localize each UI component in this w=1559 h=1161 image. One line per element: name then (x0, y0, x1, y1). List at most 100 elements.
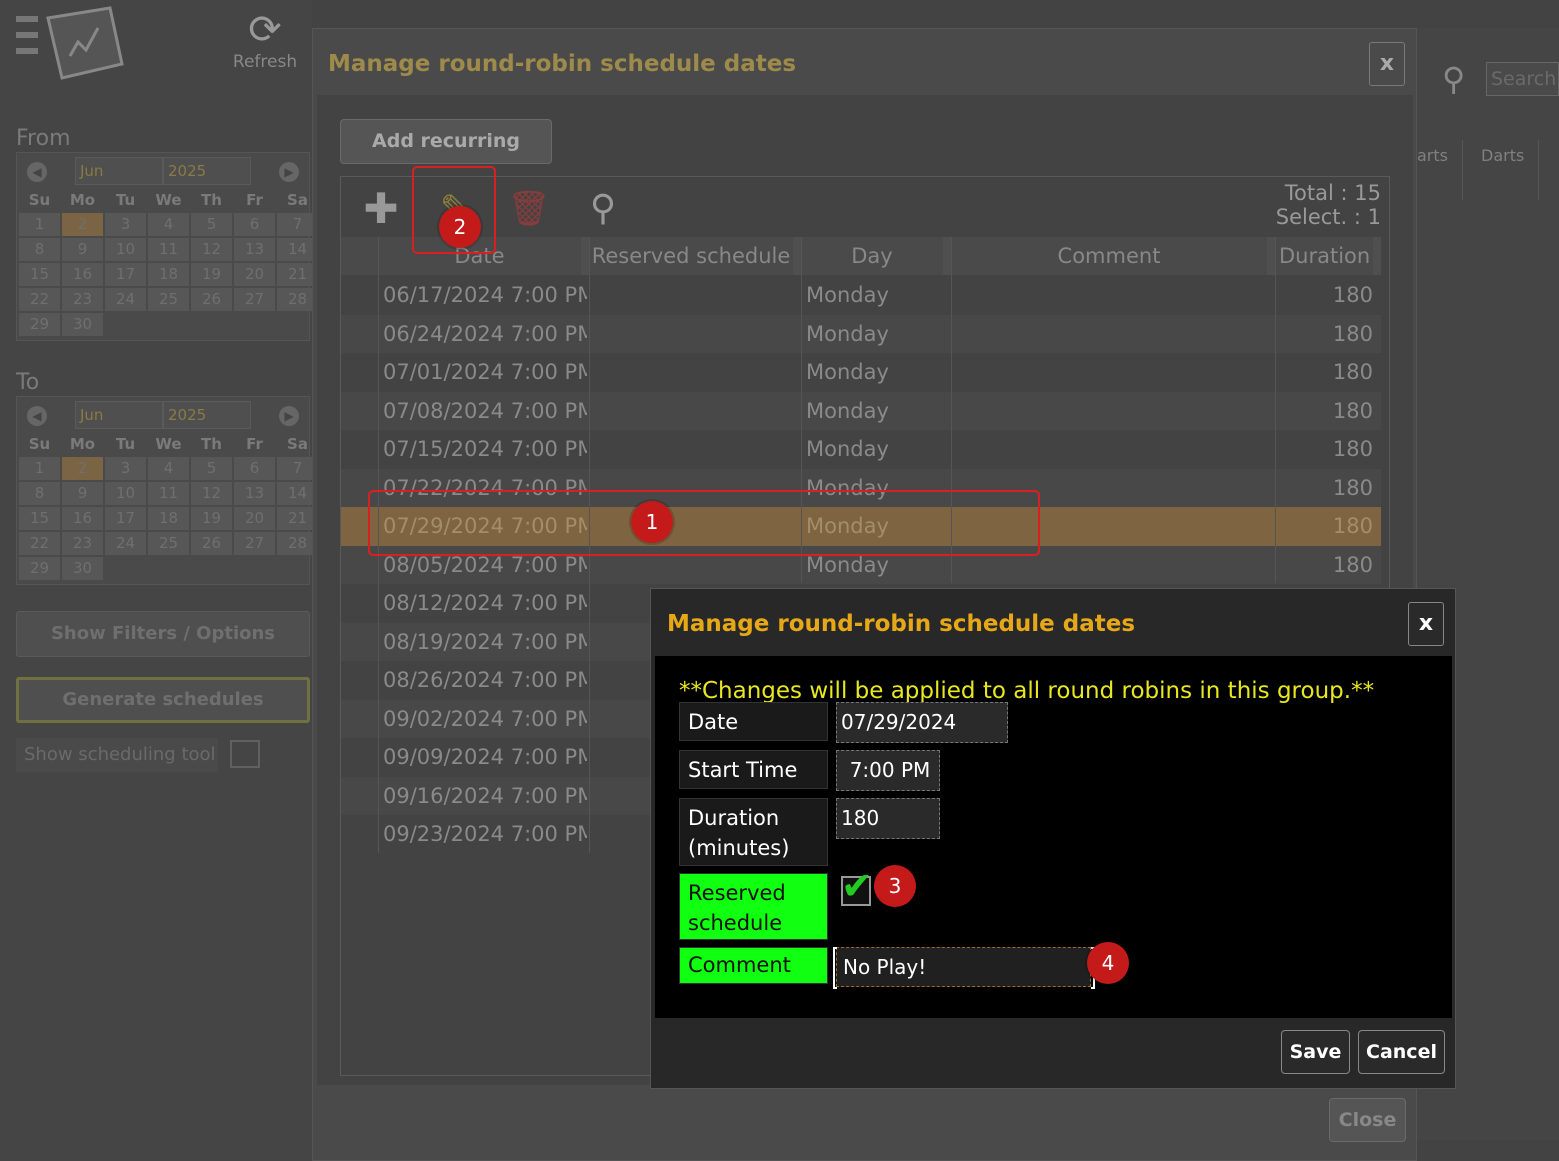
calendar-day[interactable]: 24 (105, 288, 146, 311)
calendar-day[interactable]: 6 (234, 213, 275, 236)
comment-input[interactable]: No Play! (836, 947, 1091, 987)
calendar-day[interactable]: 3 (105, 457, 146, 480)
calendar-day[interactable]: 18 (148, 507, 189, 530)
calendar-day[interactable]: 25 (148, 288, 189, 311)
calendar-day[interactable]: 6 (234, 457, 275, 480)
start-time-input[interactable]: 7:00 PM (836, 750, 940, 791)
add-recurring-dates-button[interactable]: Add recurring dates (340, 119, 552, 195)
cell-comment (953, 315, 1273, 354)
calendar-day[interactable]: 5 (191, 457, 232, 480)
calendar-day[interactable]: 25 (148, 532, 189, 555)
calendar-day[interactable]: 13 (234, 238, 275, 261)
save-button[interactable]: Save (1281, 1030, 1350, 1074)
calendar-day[interactable]: 27 (234, 532, 275, 555)
prev-month-icon[interactable]: ◀ (27, 406, 47, 426)
calendar-day[interactable]: 15 (19, 507, 60, 530)
table-row[interactable]: 06/24/2024 7:00 PM Monday 180 (341, 314, 1381, 354)
day-header: We (155, 191, 182, 209)
calendar-day[interactable]: 12 (191, 482, 232, 505)
trash-icon[interactable]: 🗑 (505, 185, 553, 233)
calendar-day[interactable]: 11 (148, 482, 189, 505)
refresh-button[interactable]: ⟳ Refresh (230, 8, 300, 72)
annotation-badge-4: 4 (1087, 942, 1129, 984)
calendar-day[interactable]: 26 (191, 288, 232, 311)
calendar-day[interactable]: 9 (62, 238, 103, 261)
show-scheduling-tool-label: Show scheduling tool (16, 738, 218, 772)
next-month-icon[interactable]: ▶ (279, 162, 299, 182)
show-scheduling-tool-checkbox[interactable] (230, 740, 260, 768)
cell-date: 09/16/2024 7:00 PM (383, 783, 587, 808)
calendar-day[interactable]: 8 (19, 482, 60, 505)
calendar-day[interactable]: 26 (191, 532, 232, 555)
calendar-day[interactable]: 9 (62, 482, 103, 505)
next-month-icon[interactable]: ▶ (279, 406, 299, 426)
add-icon[interactable]: ✚ (357, 185, 405, 233)
calendar-day[interactable]: 20 (234, 263, 275, 286)
column-header-comment[interactable]: Comment (951, 237, 1275, 275)
from-month-select[interactable]: Jun (75, 157, 163, 185)
calendar-day[interactable]: 19 (191, 507, 232, 530)
calendar-day[interactable]: 10 (105, 482, 146, 505)
cell-day: Monday (806, 398, 889, 423)
calendar-day[interactable]: 22 (19, 288, 60, 311)
column-header-duration[interactable]: Duration (1275, 237, 1381, 275)
cell-date: 06/24/2024 7:00 PM (383, 321, 587, 346)
calendar-day[interactable]: 17 (105, 507, 146, 530)
duration-input[interactable]: 180 (836, 798, 940, 839)
search-input[interactable]: Search (1486, 62, 1559, 96)
calendar-day[interactable]: 2 (62, 213, 103, 236)
calendar-day[interactable]: 2 (62, 457, 103, 480)
from-year-select[interactable]: 2025 (163, 157, 251, 185)
column-header-reserved[interactable]: Reserved schedule (589, 237, 801, 275)
calendar-day[interactable]: 19 (191, 263, 232, 286)
calendar-day[interactable]: 29 (19, 313, 60, 336)
calendar-day[interactable]: 27 (234, 288, 275, 311)
main-dialog-close-button[interactable]: x (1369, 42, 1405, 86)
calendar-day[interactable]: 23 (62, 532, 103, 555)
calendar-day[interactable]: 3 (105, 213, 146, 236)
calendar-day[interactable]: 16 (62, 263, 103, 286)
show-filters-button[interactable]: Show Filters / Options (16, 611, 310, 657)
cell-day: Monday (806, 321, 889, 346)
calendar-day[interactable]: 15 (19, 263, 60, 286)
calendar-day[interactable]: 12 (191, 238, 232, 261)
calendar-day[interactable]: 22 (19, 532, 60, 555)
calendar-day[interactable]: 18 (148, 263, 189, 286)
to-year-select[interactable]: 2025 (163, 401, 251, 429)
calendar-day[interactable]: 13 (234, 482, 275, 505)
close-button[interactable]: Close (1329, 1098, 1406, 1142)
calendar-day[interactable]: 20 (234, 507, 275, 530)
edit-dialog-close-button[interactable]: x (1408, 602, 1444, 646)
calendar-day[interactable]: 10 (105, 238, 146, 261)
calendar-day[interactable]: 30 (62, 313, 103, 336)
calendar-day[interactable]: 16 (62, 507, 103, 530)
tab-darts[interactable]: Darts (1481, 146, 1524, 165)
calendar-day[interactable]: 4 (148, 213, 189, 236)
table-row[interactable]: 06/17/2024 7:00 PM Monday 180 (341, 276, 1381, 315)
table-row[interactable]: 07/15/2024 7:00 PM Monday 180 (341, 430, 1381, 469)
from-calendar-grid: Su Mo Tu We Th Fr Sa 1 2 3 4 5 6 7 8 9 10 11 12 13 14 15 16 17 1… (17, 189, 318, 340)
calendar-day[interactable]: 8 (19, 238, 60, 261)
table-row[interactable]: 07/08/2024 7:00 PM Monday 180 (341, 391, 1381, 430)
calendar-day[interactable]: 24 (105, 532, 146, 555)
calendar-day[interactable]: 5 (191, 213, 232, 236)
calendar-day[interactable]: 11 (148, 238, 189, 261)
to-month-select[interactable]: Jun (75, 401, 163, 429)
calendar-day[interactable]: 4 (148, 457, 189, 480)
date-input[interactable]: 07/29/2024 (836, 702, 1008, 743)
calendar-day[interactable]: 17 (105, 263, 146, 286)
column-header-day[interactable]: Day (801, 237, 951, 275)
calendar-day[interactable]: 1 (19, 457, 60, 480)
calendar-day[interactable]: 30 (62, 557, 103, 580)
day-header: Fr (246, 435, 263, 453)
calendar-day[interactable]: 23 (62, 288, 103, 311)
table-row[interactable]: 07/01/2024 7:00 PM Monday 180 (341, 353, 1381, 392)
tab-arts[interactable]: arts (1417, 146, 1448, 165)
cancel-button[interactable]: Cancel (1358, 1030, 1445, 1074)
search-icon[interactable]: ⚲ (1442, 60, 1465, 98)
generate-schedules-button[interactable]: Generate schedules (16, 677, 310, 723)
search-icon[interactable]: ⚲ (579, 185, 627, 233)
calendar-day[interactable]: 1 (19, 213, 60, 236)
prev-month-icon[interactable]: ◀ (27, 162, 47, 182)
calendar-day[interactable]: 29 (19, 557, 60, 580)
